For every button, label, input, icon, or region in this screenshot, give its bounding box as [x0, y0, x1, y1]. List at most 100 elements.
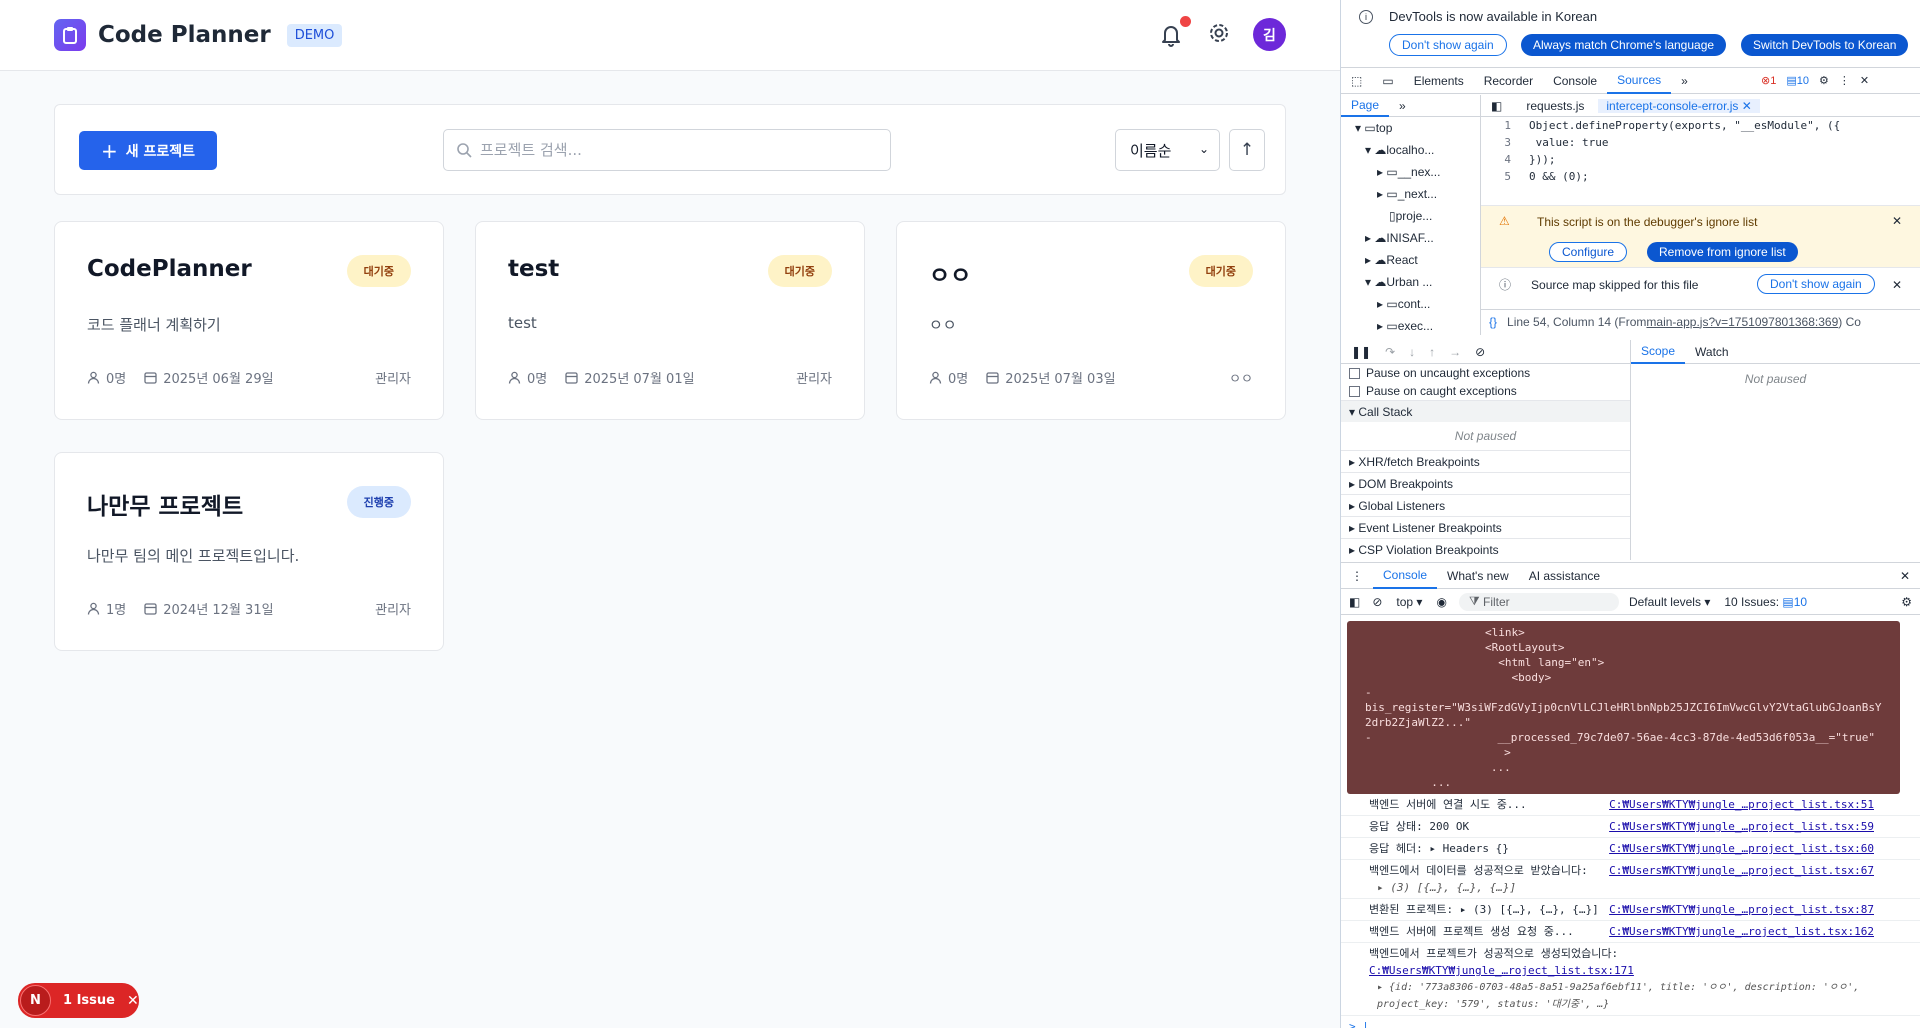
tab-console[interactable]: Console: [1543, 68, 1607, 94]
pretty-print-icon[interactable]: {}: [1489, 315, 1497, 329]
tree-item[interactable]: ▸ ▭ __nex...: [1341, 161, 1480, 183]
console-filter-input[interactable]: ⧩ Filter: [1458, 592, 1619, 611]
close-icon[interactable]: ✕: [127, 993, 139, 1009]
tree-item[interactable]: ▸ ☁ React: [1341, 249, 1480, 271]
file-tab[interactable]: requests.js: [1512, 99, 1598, 113]
log-source-link[interactable]: C:₩Users₩KTY₩jungle_…roject_list.tsx:171: [1369, 962, 1634, 979]
search-box: [443, 129, 891, 171]
nextjs-issue-badge[interactable]: N 1 Issue ✕: [18, 983, 139, 1018]
dont-show-again-button[interactable]: Don't show again: [1389, 34, 1507, 56]
tree-item[interactable]: ▯ proje...: [1341, 205, 1480, 227]
member-count: 1명: [106, 603, 127, 618]
log-source-link[interactable]: C:₩Users₩KTY₩jungle_…project_list.tsx:51: [1609, 796, 1874, 813]
warning-icon: ⚠: [1499, 214, 1510, 228]
devtools-tabbar: ⬚ ▭ Elements Recorder Console Sources » …: [1341, 68, 1920, 94]
step-over-icon[interactable]: ↷: [1385, 345, 1395, 359]
tree-item[interactable]: ▾ ▭ top: [1341, 117, 1480, 139]
pause-icon[interactable]: ❚❚: [1351, 345, 1371, 359]
tab-recorder[interactable]: Recorder: [1474, 68, 1543, 94]
more-tabs-icon[interactable]: »: [1389, 93, 1416, 119]
notifications-bell-icon[interactable]: [1159, 15, 1191, 48]
array-preview[interactable]: ▸ (3) [{…}, {…}, {…}]: [1369, 879, 1874, 896]
close-icon[interactable]: ✕: [1892, 214, 1902, 228]
tree-item[interactable]: ▸ ☁ INISAF...: [1341, 227, 1480, 249]
dont-show-again-button[interactable]: Don't show again: [1757, 274, 1875, 294]
project-card[interactable]: 나만무 프로젝트 진행중 나만무 팀의 메인 프로젝트입니다. 1명 2024년…: [54, 452, 444, 651]
switch-korean-button[interactable]: Switch DevTools to Korean: [1741, 34, 1909, 56]
global-listeners-section[interactable]: ▸ Global Listeners: [1341, 494, 1630, 516]
configure-button[interactable]: Configure: [1549, 242, 1628, 262]
object-preview[interactable]: ▸ {id: '773a8306-0703-48a5-8a51-9a25af6e…: [1369, 979, 1874, 1013]
more-options-icon[interactable]: ⋮: [1839, 74, 1850, 87]
dom-breakpoints-section[interactable]: ▸ DOM Breakpoints: [1341, 472, 1630, 494]
call-stack-header[interactable]: ▾ Call Stack: [1341, 400, 1630, 422]
project-search-input[interactable]: [480, 141, 860, 159]
xhr-breakpoints-section[interactable]: ▸ XHR/fetch Breakpoints: [1341, 450, 1630, 472]
tab-watch[interactable]: Watch: [1685, 339, 1739, 365]
log-source-link[interactable]: C:₩Users₩KTY₩jungle_…project_list.tsx:59: [1609, 818, 1874, 835]
tree-item[interactable]: ▾ ☁ Urban ...: [1341, 271, 1480, 293]
device-toolbar-icon[interactable]: ▭: [1372, 68, 1403, 94]
tree-item[interactable]: ▾ ☁ localho...: [1341, 139, 1480, 161]
top-header: Code Planner DEMO 김: [0, 0, 1340, 71]
event-listener-section[interactable]: ▸ Event Listener Breakpoints: [1341, 516, 1630, 538]
match-language-button[interactable]: Always match Chrome's language: [1521, 34, 1727, 56]
info-icon: i: [1359, 10, 1373, 24]
clear-console-icon[interactable]: ⊘: [1372, 595, 1382, 609]
new-project-button[interactable]: + 새 프로젝트: [79, 131, 217, 170]
log-source-link[interactable]: C:₩Users₩KTY₩jungle_…roject_list.tsx:162: [1609, 923, 1874, 940]
sidebar-toggle-icon[interactable]: ◧: [1349, 595, 1360, 609]
drawer-menu-icon[interactable]: ⋮: [1341, 563, 1373, 589]
log-source-link[interactable]: C:₩Users₩KTY₩jungle_…project_list.tsx:60: [1609, 840, 1874, 857]
project-card[interactable]: ㅇㅇ 대기중 ㅇㅇ 0명 2025년 07월 03일 ㅇㅇ: [896, 221, 1286, 420]
settings-gear-icon[interactable]: ⚙: [1819, 74, 1829, 87]
step-out-icon[interactable]: ↑: [1429, 345, 1435, 359]
sort-direction-button[interactable]: ↑: [1229, 129, 1265, 171]
step-into-icon[interactable]: ↓: [1409, 345, 1415, 359]
close-icon[interactable]: ✕: [1900, 569, 1910, 583]
status-badge: 대기중: [1188, 255, 1253, 287]
message-count[interactable]: ▤10: [1786, 74, 1809, 87]
error-count[interactable]: ⊗1: [1761, 74, 1776, 87]
close-icon[interactable]: ✕: [1860, 74, 1869, 87]
tree-item[interactable]: ▸ ▭ cont...: [1341, 293, 1480, 315]
tab-scope[interactable]: Scope: [1631, 340, 1686, 364]
inspect-icon[interactable]: ⬚: [1341, 68, 1372, 94]
context-select[interactable]: top ▾: [1396, 595, 1422, 609]
close-icon[interactable]: ✕: [1892, 278, 1902, 292]
tab-page[interactable]: Page: [1341, 95, 1390, 117]
project-toolbar: + 새 프로젝트 이름순 ⌄ ↑: [54, 104, 1286, 195]
more-tabs-icon[interactable]: »: [1671, 68, 1698, 94]
project-card[interactable]: CodePlanner 대기중 코드 플래너 계획하기 0명 2025년 06월…: [54, 221, 444, 420]
log-levels-select[interactable]: Default levels ▾: [1629, 595, 1710, 609]
file-tab-active[interactable]: intercept-console-error.js ✕: [1598, 98, 1760, 113]
settings-gear-icon[interactable]: [1207, 21, 1231, 49]
eye-icon[interactable]: ◉: [1436, 595, 1446, 609]
source-link[interactable]: main-app.js?v=1751097801368:369: [1646, 315, 1838, 329]
log-source-link[interactable]: C:₩Users₩KTY₩jungle_…project_list.tsx:87: [1609, 901, 1874, 918]
user-avatar[interactable]: 김: [1253, 18, 1286, 51]
pause-uncaught-checkbox[interactable]: Pause on uncaught exceptions: [1341, 364, 1630, 382]
tab-whats-new[interactable]: What's new: [1437, 563, 1519, 589]
member-count: 0명: [527, 372, 548, 387]
tree-item[interactable]: ▸ ▭ exec...: [1341, 315, 1480, 337]
pause-caught-checkbox[interactable]: Pause on caught exceptions: [1341, 382, 1630, 400]
tab-sources[interactable]: Sources: [1607, 68, 1672, 94]
settings-gear-icon[interactable]: ⚙: [1901, 595, 1912, 609]
step-icon[interactable]: →: [1449, 345, 1461, 359]
console-prompt[interactable]: > |: [1341, 1016, 1920, 1028]
project-card[interactable]: test 대기중 test 0명 2025년 07월 01일 관리자: [475, 221, 865, 420]
csp-violation-section[interactable]: ▸ CSP Violation Breakpoints: [1341, 538, 1630, 560]
deactivate-breakpoints-icon[interactable]: ⊘: [1475, 345, 1485, 359]
sort-select[interactable]: 이름순 ⌄: [1115, 129, 1220, 171]
tab-ai-assistance[interactable]: AI assistance: [1519, 563, 1610, 589]
tree-item[interactable]: ▸ ▭ _next...: [1341, 183, 1480, 205]
tab-console[interactable]: Console: [1373, 563, 1438, 589]
log-entry: 변환된 프로젝트: ▸ (3) [{…}, {…}, {…}] C:₩Users₩…: [1341, 899, 1920, 921]
user-icon: [87, 371, 100, 384]
log-source-link[interactable]: C:₩Users₩KTY₩jungle_…project_list.tsx:67: [1609, 862, 1874, 879]
sidebar-toggle-icon[interactable]: ◧: [1481, 99, 1512, 113]
issues-count[interactable]: 10 Issues: ▤10: [1724, 595, 1807, 609]
remove-ignore-button[interactable]: Remove from ignore list: [1647, 242, 1798, 262]
tab-elements[interactable]: Elements: [1404, 68, 1474, 94]
